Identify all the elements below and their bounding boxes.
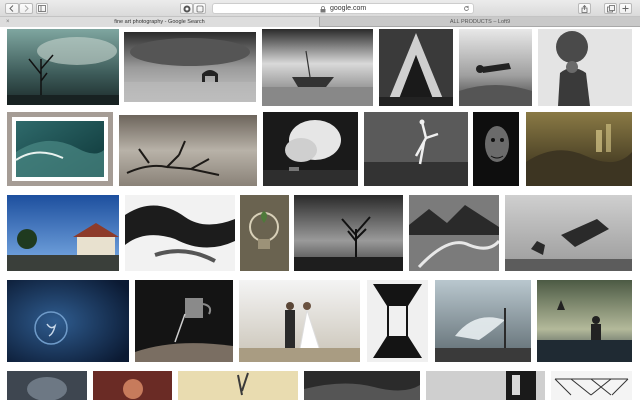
- image-result[interactable]: [119, 115, 257, 186]
- sidebar-button[interactable]: [36, 3, 48, 14]
- image-result[interactable]: [294, 195, 403, 271]
- image-result[interactable]: [239, 280, 360, 362]
- image-result[interactable]: [7, 29, 119, 105]
- privacy-icon: [183, 5, 190, 12]
- new-tab-button[interactable]: [619, 3, 632, 14]
- share-icon: [581, 4, 588, 13]
- image-result[interactable]: [364, 112, 468, 186]
- tabs-overview-icon: [606, 4, 615, 12]
- image-result[interactable]: [7, 371, 87, 400]
- image-result[interactable]: [473, 112, 519, 186]
- image-result[interactable]: [240, 195, 289, 271]
- image-result[interactable]: [178, 371, 298, 400]
- tabs-overview-button[interactable]: [604, 3, 617, 14]
- tab-bar: × fine art photography - Google Search A…: [0, 17, 640, 27]
- image-result[interactable]: [124, 32, 256, 102]
- image-result[interactable]: [426, 371, 545, 400]
- image-result[interactable]: [263, 112, 358, 186]
- new-tab-icon: [622, 5, 629, 12]
- image-result[interactable]: [7, 280, 129, 362]
- tab-loft9[interactable]: ALL PRODUCTS – Loft9: [320, 17, 640, 27]
- sidebar-icon: [38, 5, 46, 12]
- image-result[interactable]: [379, 29, 453, 106]
- lock-icon: [320, 6, 326, 13]
- image-result[interactable]: [7, 195, 119, 271]
- image-result[interactable]: [367, 280, 428, 362]
- image-result[interactable]: [93, 371, 172, 400]
- puzzle-icon: [196, 5, 203, 12]
- image-result[interactable]: [551, 371, 632, 400]
- forward-icon: [24, 5, 29, 12]
- back-icon: [9, 5, 14, 12]
- browser-toolbar: google.com: [0, 0, 640, 17]
- share-button[interactable]: [578, 3, 591, 14]
- image-result[interactable]: [304, 371, 420, 400]
- forward-button[interactable]: [19, 3, 33, 14]
- reload-icon[interactable]: [463, 5, 470, 12]
- image-result[interactable]: [262, 29, 373, 106]
- image-result[interactable]: [526, 112, 632, 186]
- image-result[interactable]: [7, 112, 113, 186]
- extension-button[interactable]: [193, 3, 206, 14]
- image-results-grid: [0, 27, 640, 400]
- image-result[interactable]: [505, 195, 632, 271]
- tab-label: ALL PRODUCTS – Loft9: [449, 19, 511, 25]
- address-url: google.com: [330, 5, 367, 12]
- image-result[interactable]: [538, 29, 632, 106]
- address-bar[interactable]: google.com: [212, 3, 474, 14]
- close-tab-icon[interactable]: ×: [6, 17, 10, 27]
- image-result[interactable]: [125, 195, 235, 271]
- image-result[interactable]: [537, 280, 632, 362]
- image-result[interactable]: [409, 195, 499, 271]
- image-result[interactable]: [435, 280, 531, 362]
- image-result[interactable]: [135, 280, 233, 362]
- tab-google-search[interactable]: × fine art photography - Google Search: [0, 17, 320, 27]
- reader-button[interactable]: [180, 3, 193, 14]
- back-button[interactable]: [5, 3, 19, 14]
- image-result[interactable]: [459, 29, 532, 106]
- tab-label: fine art photography - Google Search: [114, 19, 205, 25]
